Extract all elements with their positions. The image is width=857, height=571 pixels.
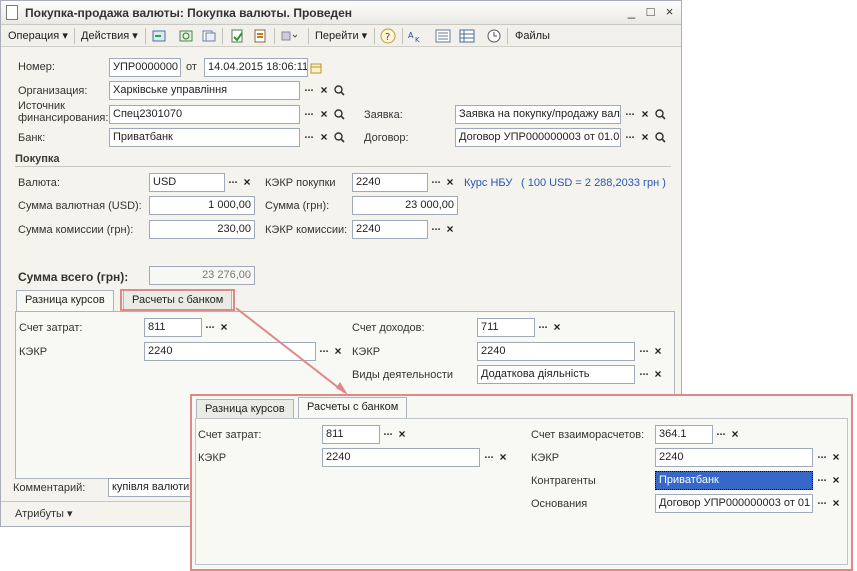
zoom-kekr-clear-icon[interactable]: × xyxy=(496,448,510,467)
zoom-kekr-select-button[interactable]: ... xyxy=(481,448,497,467)
zoom-basis-field[interactable]: Договор УПР000000003 от 01 xyxy=(655,494,813,513)
zoomed-bank-settlements-panel: Разница курсов Расчеты с банком Счет зат… xyxy=(190,394,853,571)
zoom-settle-account-field[interactable]: 364.1 xyxy=(655,425,713,444)
zoom-basis-select-button[interactable]: ... xyxy=(814,494,830,513)
zoom-kekr-field[interactable]: 2240 xyxy=(322,448,480,467)
zoom-kekr2-clear-icon[interactable]: × xyxy=(829,448,843,467)
zoom-cost-account-field[interactable]: 811 xyxy=(322,425,380,444)
zoom-tab-rate-difference[interactable]: Разница курсов xyxy=(196,399,294,419)
zoom-counterparty-clear-icon[interactable]: × xyxy=(829,471,843,490)
zoom-settle-account-label: Счет взаиморасчетов: xyxy=(531,429,645,441)
zoom-basis-label: Основания xyxy=(531,498,588,510)
zoom-kekr2-select-button[interactable]: ... xyxy=(814,448,830,467)
zoom-cost-account-clear-icon[interactable]: × xyxy=(395,425,409,444)
zoom-cost-account-select-button[interactable]: ... xyxy=(380,425,396,444)
zoom-counterparty-label: Контрагенты xyxy=(531,475,596,487)
zoom-cost-account-label: Счет затрат: xyxy=(198,429,262,441)
zoom-counterparty-select-button[interactable]: ... xyxy=(814,471,830,490)
zoom-tab-panel xyxy=(195,418,848,565)
zoom-settle-account-clear-icon[interactable]: × xyxy=(728,425,742,444)
zoom-kekr2-label: КЭКР xyxy=(531,452,560,464)
zoom-settle-account-select-button[interactable]: ... xyxy=(713,425,729,444)
zoom-counterparty-field[interactable]: Приватбанк xyxy=(655,471,813,490)
zoom-basis-clear-icon[interactable]: × xyxy=(829,494,843,513)
zoom-kekr2-field[interactable]: 2240 xyxy=(655,448,813,467)
zoom-kekr-label: КЭКР xyxy=(198,452,227,464)
zoom-tab-bank-settlements[interactable]: Расчеты с банком xyxy=(298,397,408,419)
